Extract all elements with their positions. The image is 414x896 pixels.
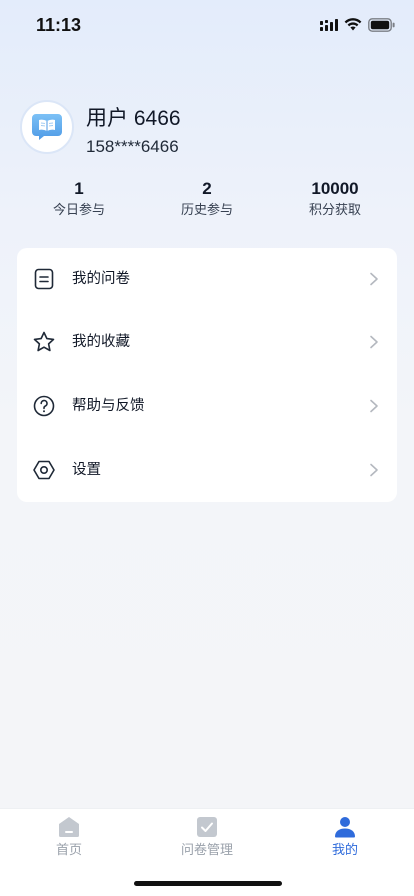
stat-label: 今日参与 [52, 203, 105, 218]
stat-points[interactable]: 10000 积分获取 [280, 178, 390, 221]
stat-value: 10000 [311, 179, 359, 198]
menu-item-label: 我的收藏 [72, 334, 130, 350]
tab-survey-management[interactable]: 问卷管理 [147, 815, 267, 865]
settings-icon [33, 460, 55, 480]
avatar[interactable] [20, 100, 74, 154]
wifi-icon [344, 18, 362, 31]
stat-value: 2 [202, 179, 212, 198]
menu-item-label: 帮助与反馈 [72, 398, 145, 414]
menu-item-help[interactable]: 帮助与反馈 [17, 375, 397, 438]
stat-value: 1 [74, 179, 84, 198]
user-phone: 158****6466 [86, 137, 179, 156]
chevron-right-icon [370, 399, 378, 413]
stats-row: 1 今日参与 2 历史参与 10000 积分获取 [0, 178, 414, 226]
menu-item-label: 设置 [72, 462, 101, 478]
signal-icon [320, 19, 338, 31]
tab-label: 我的 [331, 843, 358, 858]
menu-item-my-surveys[interactable]: 我的问卷 [17, 248, 397, 311]
menu-item-settings[interactable]: 设置 [17, 439, 397, 502]
home-icon [59, 817, 79, 837]
menu-card: 我的问卷 我的收藏 帮助与反馈 设置 [17, 248, 397, 502]
stat-today[interactable]: 1 今日参与 [24, 178, 134, 221]
home-indicator [134, 881, 282, 886]
menu-item-favorites[interactable]: 我的收藏 [17, 311, 397, 374]
menu-item-label: 我的问卷 [72, 271, 130, 287]
help-icon [33, 395, 55, 417]
tab-label: 首页 [55, 843, 82, 858]
chevron-right-icon [370, 335, 378, 349]
tab-home[interactable]: 首页 [9, 815, 129, 865]
stat-history[interactable]: 2 历史参与 [152, 178, 262, 221]
user-icon [335, 817, 355, 838]
document-icon [34, 268, 54, 290]
status-bar: 11:13 [0, 0, 414, 50]
checkbox-icon [197, 817, 217, 837]
stat-label: 积分获取 [308, 203, 361, 218]
stat-label: 历史参与 [180, 203, 233, 218]
tab-mine[interactable]: 我的 [285, 815, 405, 865]
chevron-right-icon [370, 272, 378, 286]
chevron-right-icon [370, 463, 378, 477]
book-chat-icon [32, 114, 62, 140]
status-time: 11:13 [36, 15, 82, 35]
battery-icon [368, 18, 395, 32]
star-icon [33, 331, 55, 352]
user-name: 用户 6466 [86, 107, 181, 130]
tab-label: 问卷管理 [180, 843, 233, 858]
